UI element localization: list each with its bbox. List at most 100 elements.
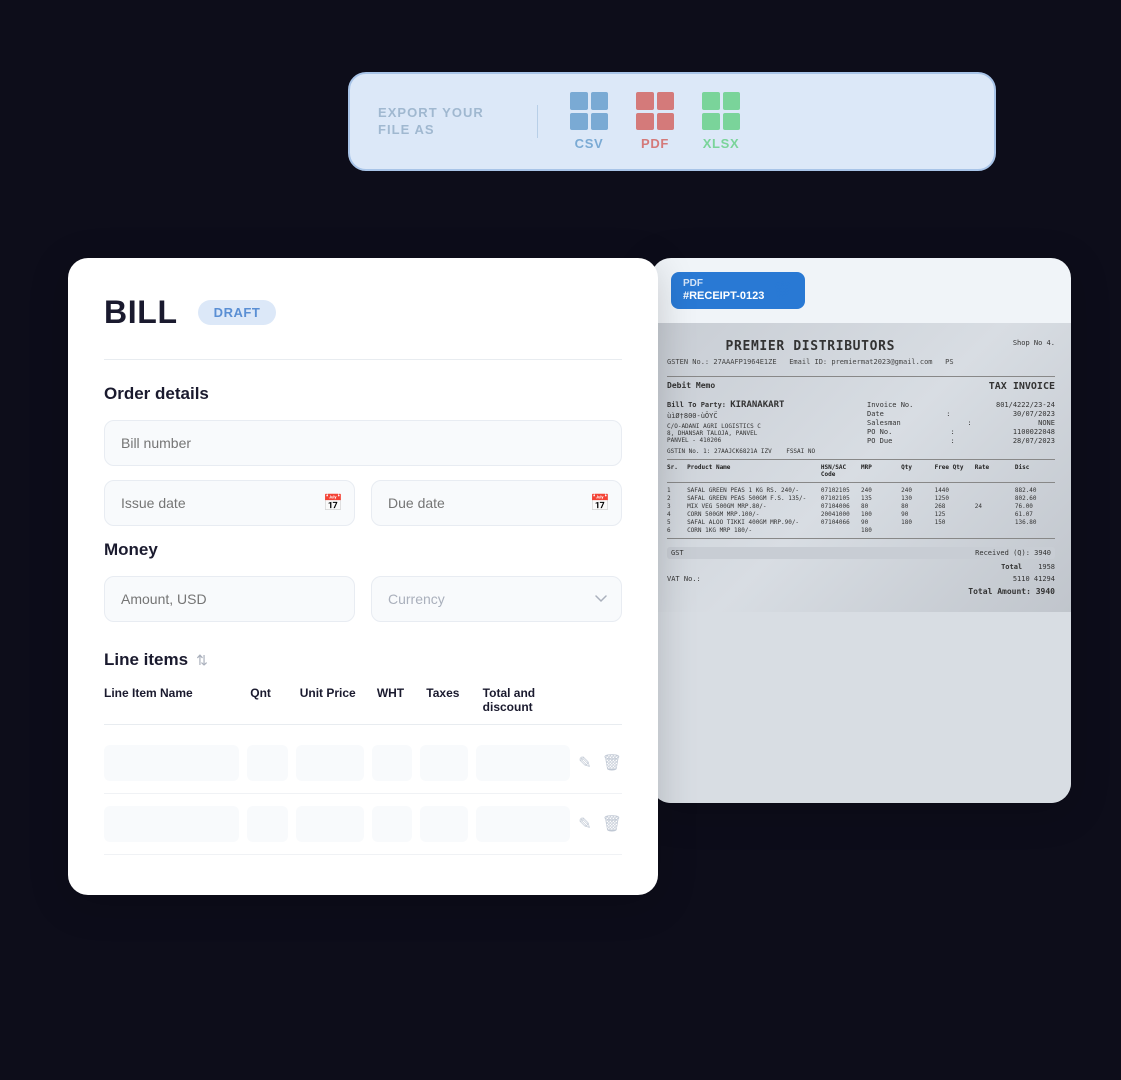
bill-address3: PANVEL - 410206 xyxy=(667,437,855,444)
calendar-icon-due: 📅 xyxy=(590,493,610,513)
receipt-bottom-divider xyxy=(667,538,1055,539)
due-date-wrapper: 📅 xyxy=(371,480,622,526)
receipt-mid-divider xyxy=(667,459,1055,460)
currency-select[interactable]: Currency USD EUR GBP xyxy=(371,576,622,622)
amount-value: 3940 xyxy=(1036,587,1055,596)
receipt-image: PREMIER DISTRIBUTORS GSTEN No.: 27AAAFP1… xyxy=(651,323,1071,803)
header-divider xyxy=(104,359,622,360)
pdf-badge-text: PDF #RECEIPT-0123 xyxy=(683,278,764,303)
export-csv-option[interactable]: CSV xyxy=(570,92,608,151)
bill-gstin: GSTIN No. 1: 27AAJCK6821A IZV FSSAI NO xyxy=(667,448,855,455)
col-header-taxes: Taxes xyxy=(426,686,474,714)
line-items-title: Line items xyxy=(104,650,188,670)
col-header-name: Line Item Name xyxy=(104,686,242,714)
product-row-4: 4CORN 500GM MRP.100/-200410001009012561.… xyxy=(667,511,1055,518)
po-due-row: PO Due:28/07/2023 xyxy=(867,437,1055,445)
row1-taxes-cell[interactable] xyxy=(420,745,467,781)
table-row: ✎ 🗑 xyxy=(104,733,622,794)
po-value: 1100022048 xyxy=(1013,428,1055,436)
line-items-section: Line items ⇅ Line Item Name Qnt Unit Pri… xyxy=(104,650,622,855)
pdf-icon xyxy=(636,92,674,130)
csv-icon xyxy=(570,92,608,130)
bill-to-label: Bill To Party: KIRANAKART xyxy=(667,400,855,410)
row1-name-cell[interactable] xyxy=(104,745,239,781)
col-header-wht: WHT xyxy=(377,686,418,714)
col-header-qnt: Qnt xyxy=(250,686,291,714)
shop-gstin: GSTEN No.: 27AAAFP1964E1ZE Email ID: pre… xyxy=(667,358,954,366)
receipt-header: PDF #RECEIPT-0123 🗑 xyxy=(651,258,1071,323)
col-header-unit-price: Unit Price xyxy=(300,686,369,714)
csv-label: CSV xyxy=(575,136,604,151)
bill-number-input[interactable] xyxy=(104,420,622,466)
calendar-icon-issue: 📅 xyxy=(323,493,343,513)
invoice-no-row: Invoice No.801/4222/23-24 xyxy=(867,401,1055,409)
receipt-delete-icon[interactable]: 🗑 xyxy=(772,281,792,301)
bill-title: BILL xyxy=(104,294,178,331)
line-items-header: Line items ⇅ xyxy=(104,650,622,670)
date-row-receipt: Date:30/07/2023 xyxy=(867,410,1055,418)
product-row-2: 2SAFAL GREEN PEAS 500GM F.S. 135/-071021… xyxy=(667,495,1055,502)
export-xlsx-option[interactable]: XLSX xyxy=(702,92,740,151)
row1-actions: ✎ 🗑 xyxy=(578,753,622,773)
due-date-input[interactable] xyxy=(371,480,622,526)
issue-date-input[interactable] xyxy=(104,480,355,526)
row1-total-cell[interactable] xyxy=(476,745,571,781)
col-header-actions xyxy=(587,686,622,714)
bill-header: BILL DRAFT xyxy=(104,294,622,331)
product-row-5: 5SAFAL ALOO TIKKI 400GM MRP.90/-07104066… xyxy=(667,519,1055,526)
tax-invoice: TAX INVOICE xyxy=(989,381,1055,392)
col-header-total-discount: Total and discount xyxy=(483,686,580,714)
row2-actions: ✎ 🗑 xyxy=(578,814,622,834)
total-row: Total 1958 xyxy=(667,563,1055,571)
total-qty: 1958 xyxy=(1038,563,1055,571)
receipt-total-section: GST Received (Q): 3940 Total 1958 VAT No… xyxy=(667,547,1055,596)
pdf-type: PDF xyxy=(683,278,764,290)
po-row: PO No.:1100022048 xyxy=(867,428,1055,436)
salesman-row: Salesman:NONE xyxy=(867,419,1055,427)
bill-to-subtitle: ùìØ†800-ùÖYC̈ xyxy=(667,412,855,420)
gst-info: GST Received (Q): 3940 xyxy=(667,547,1055,559)
vat-row: VAT No.: 5110 41294 xyxy=(667,575,1055,583)
row2-name-cell[interactable] xyxy=(104,806,239,842)
export-bar: EXPORT YOUR FILE AS CSV PDF XLSX xyxy=(348,72,996,171)
row1-edit-icon[interactable]: ✎ xyxy=(578,753,591,773)
receipt-top-divider xyxy=(667,376,1055,377)
table-header: Line Item Name Qnt Unit Price WHT Taxes … xyxy=(104,686,622,725)
row2-delete-icon[interactable]: 🗑 xyxy=(602,814,622,834)
row1-qnt-cell[interactable] xyxy=(247,745,288,781)
row2-wht-cell[interactable] xyxy=(372,806,413,842)
xlsx-label: XLSX xyxy=(703,136,740,151)
product-row-3: 3MIX VEG 500GM MRP.80/-07104006808026824… xyxy=(667,503,1055,510)
draft-badge: DRAFT xyxy=(198,300,277,325)
receipt-table-header: Sr. Product Name HSN/SAC Code MRP Qty Fr… xyxy=(667,464,1055,478)
export-label: EXPORT YOUR FILE AS xyxy=(378,105,538,139)
bill-address1: C/O-ADANI AGRI LOGISTICS C xyxy=(667,423,855,430)
amount-input[interactable] xyxy=(104,576,355,622)
salesman-value: NONE xyxy=(1038,419,1055,427)
row2-qnt-cell[interactable] xyxy=(247,806,288,842)
order-details-section: Order details 📅 📅 xyxy=(104,384,622,526)
export-options: CSV PDF XLSX xyxy=(538,92,740,151)
row2-taxes-cell[interactable] xyxy=(420,806,467,842)
row2-price-cell[interactable] xyxy=(296,806,364,842)
money-section: Money Currency USD EUR GBP xyxy=(104,540,622,622)
row2-total-cell[interactable] xyxy=(476,806,571,842)
table-row: ✎ 🗑 xyxy=(104,794,622,855)
row1-price-cell[interactable] xyxy=(296,745,364,781)
debit-memo: Debit Memo xyxy=(667,381,715,394)
receipt-table-divider xyxy=(667,482,1055,483)
order-details-title: Order details xyxy=(104,384,622,404)
sort-icon[interactable]: ⇅ xyxy=(196,652,208,669)
row2-edit-icon[interactable]: ✎ xyxy=(578,814,591,834)
date-value: 30/07/2023 xyxy=(1013,410,1055,418)
row1-wht-cell[interactable] xyxy=(372,745,413,781)
row1-delete-icon[interactable]: 🗑 xyxy=(602,753,622,773)
invoice-no-value: 801/4222/23-24 xyxy=(996,401,1055,409)
product-row-1: 1SAFAL GREEN PEAS 1 KG RS. 240/-07102105… xyxy=(667,487,1055,494)
export-pdf-option[interactable]: PDF xyxy=(636,92,674,151)
bill-card: BILL DRAFT Order details 📅 📅 Money Curre… xyxy=(68,258,658,895)
pdf-label: PDF xyxy=(641,136,669,151)
receipt-id: #RECEIPT-0123 xyxy=(683,290,764,303)
receipt-document: PREMIER DISTRIBUTORS GSTEN No.: 27AAAFP1… xyxy=(651,323,1071,612)
issue-date-wrapper: 📅 xyxy=(104,480,355,526)
